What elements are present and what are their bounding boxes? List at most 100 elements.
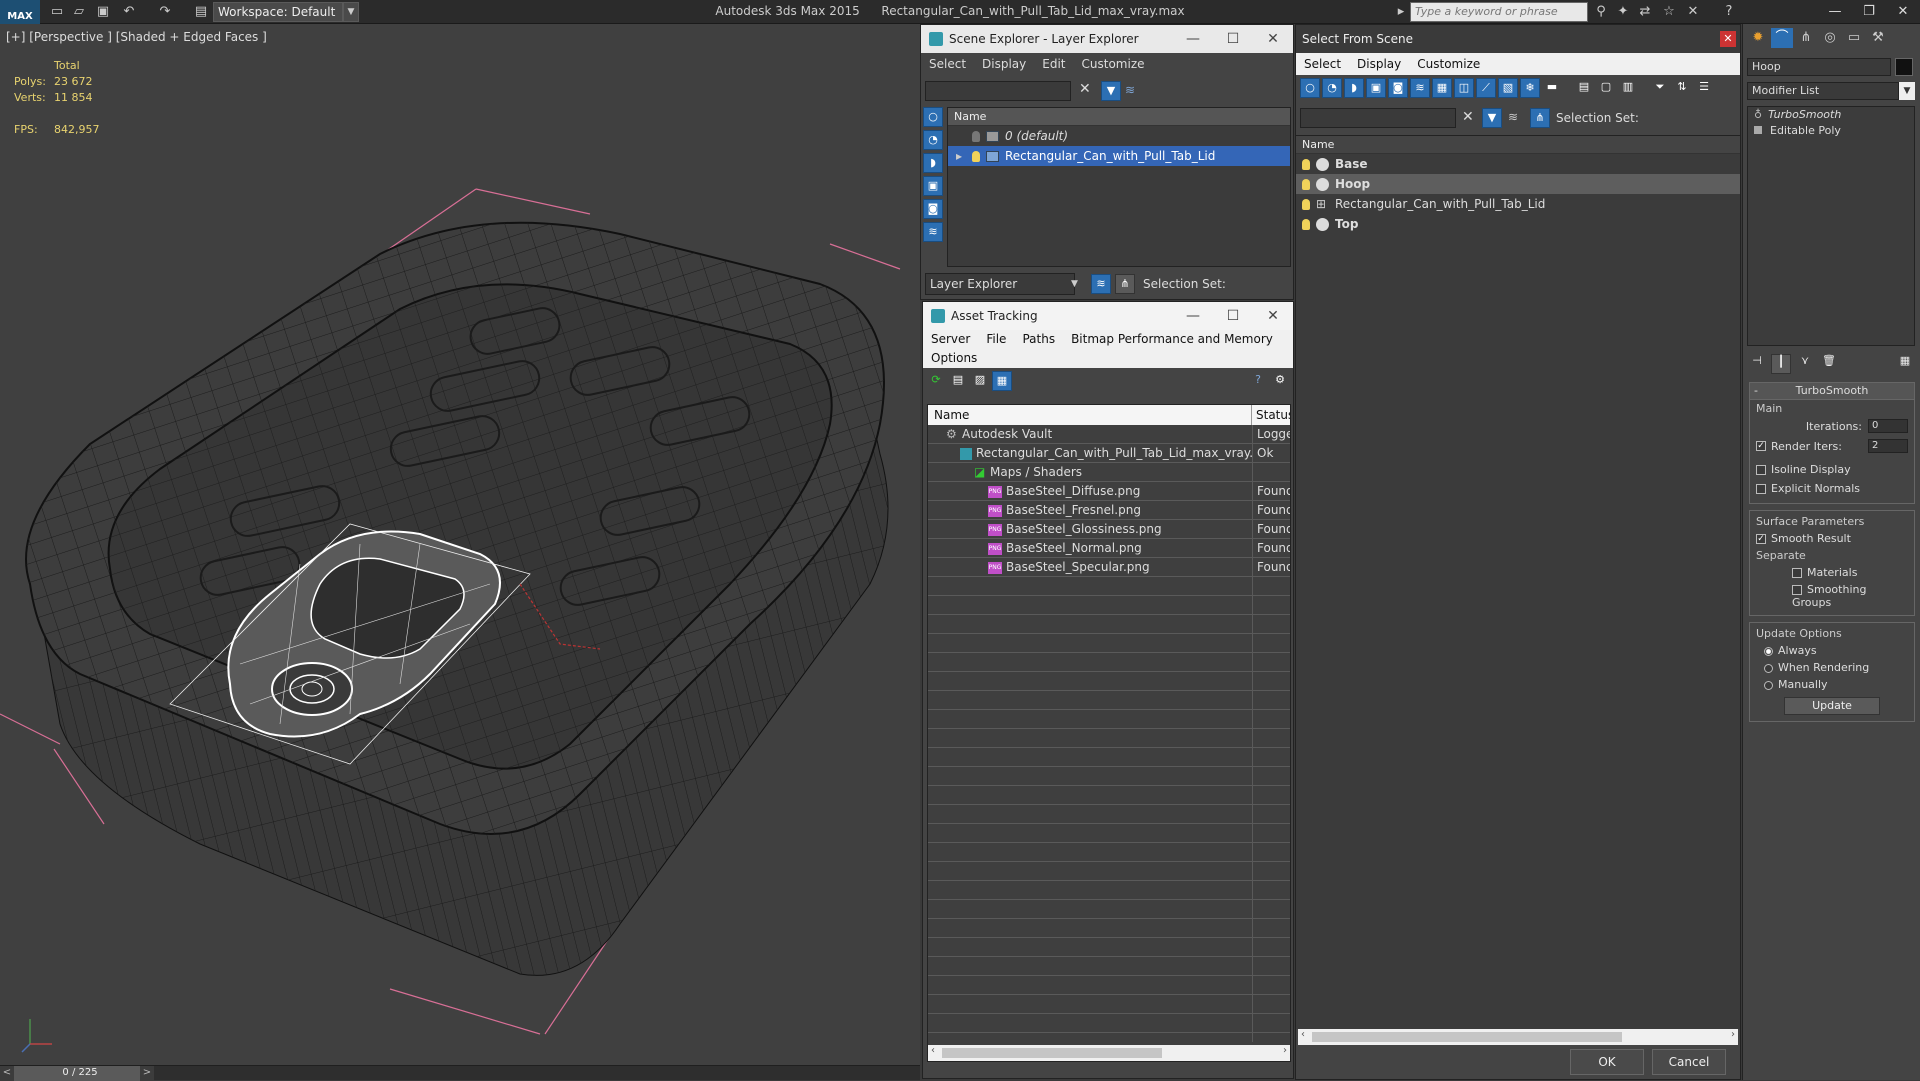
redo-icon[interactable]: ↷: [156, 3, 174, 21]
list-icon[interactable]: ▤: [948, 371, 968, 391]
table-row[interactable]: ◪ Maps / Shaders: [928, 463, 1290, 482]
light-bulb-icon[interactable]: [1302, 179, 1310, 190]
shapes-filter-icon[interactable]: ◔: [1322, 78, 1342, 98]
bulb-icon[interactable]: ♁: [1754, 108, 1762, 121]
menu-select[interactable]: Select: [921, 53, 974, 75]
filter-icon[interactable]: ▼: [1101, 81, 1121, 101]
layers-icon[interactable]: ≋: [1125, 83, 1135, 97]
groups-filter-icon[interactable]: ▦: [1432, 78, 1452, 98]
cancel-button[interactable]: Cancel: [1652, 1049, 1726, 1075]
app-logo[interactable]: MAX: [0, 0, 40, 24]
object-name-field[interactable]: Hoop: [1747, 58, 1891, 76]
tree-row[interactable]: ▸ Rectangular_Can_with_Pull_Tab_Lid: [948, 146, 1290, 166]
select-search-input[interactable]: [1300, 108, 1456, 128]
menu-customize[interactable]: Customize: [1074, 53, 1153, 75]
asset-hscrollbar[interactable]: ‹ ›: [928, 1045, 1290, 1061]
configure-sets-icon[interactable]: ▦: [1895, 354, 1915, 374]
scroll-right-icon[interactable]: ›: [1283, 1045, 1287, 1056]
thumbnail-icon[interactable]: ▨: [970, 371, 990, 391]
table-row[interactable]: PNG BaseSteel_Glossiness.png Found: [928, 520, 1290, 539]
utilities-tab-icon[interactable]: ⚒: [1867, 28, 1889, 48]
frozen-filter-icon[interactable]: ❄: [1520, 78, 1540, 98]
time-slider[interactable]: 0 / 225: [14, 1066, 146, 1081]
filter-icon[interactable]: ▼: [1482, 108, 1502, 128]
asset-tracking-titlebar[interactable]: Asset Tracking — ☐ ✕: [923, 302, 1293, 330]
light-bulb-icon[interactable]: [1302, 199, 1310, 210]
undo-icon[interactable]: ↶: [120, 3, 138, 21]
make-unique-icon[interactable]: ⋎: [1795, 354, 1815, 374]
table-row[interactable]: ⚙ Autodesk Vault Logged: [928, 425, 1290, 444]
xrefs-filter-icon[interactable]: ◫: [1454, 78, 1474, 98]
new-file-icon[interactable]: ▭: [48, 3, 66, 21]
rollout-header[interactable]: - TurboSmooth: [1749, 382, 1915, 400]
close-icon[interactable]: ✕: [1886, 0, 1920, 24]
display-cameras-icon[interactable]: ▣: [923, 176, 943, 196]
helpers-filter-icon[interactable]: ◙: [1388, 78, 1408, 98]
display-geometry-icon[interactable]: ○: [923, 107, 943, 127]
modifier-list-dropdown[interactable]: Modifier List: [1747, 82, 1899, 100]
menu-select[interactable]: Select: [1296, 53, 1349, 75]
col-name-header[interactable]: Name: [928, 405, 1252, 425]
table-row[interactable]: PNG BaseSteel_Fresnel.png Found: [928, 501, 1290, 520]
menu-options[interactable]: Options: [923, 349, 985, 368]
filter-funnel-icon[interactable]: ⏷: [1650, 78, 1670, 98]
maximize-icon[interactable]: ☐: [1213, 25, 1253, 53]
tree-row[interactable]: 0 (default): [948, 126, 1290, 146]
options-icon[interactable]: ☰: [1694, 78, 1714, 98]
binoculars-icon[interactable]: ⚲: [1592, 3, 1610, 21]
object-color-swatch[interactable]: [1895, 58, 1913, 76]
close-icon[interactable]: ✕: [1253, 25, 1293, 53]
table-row[interactable]: PNG BaseSteel_Diffuse.png Found: [928, 482, 1290, 501]
select-none-icon[interactable]: ▢: [1596, 78, 1616, 98]
object-list-hscrollbar[interactable]: ‹ ›: [1298, 1029, 1738, 1045]
save-icon[interactable]: ▣: [94, 3, 112, 21]
layer-explorer-dropdown[interactable]: Layer Explorer: [925, 273, 1075, 295]
menu-bitmap-performance[interactable]: Bitmap Performance and Memory: [1063, 330, 1281, 349]
object-column-name[interactable]: Name: [1296, 136, 1740, 154]
open-file-icon[interactable]: ▱: [70, 3, 88, 21]
close-icon[interactable]: ✕: [1253, 302, 1293, 330]
help-icon[interactable]: ?: [1248, 371, 1268, 391]
layer-column-name[interactable]: Name: [948, 108, 1290, 126]
table-row[interactable]: Rectangular_Can_with_Pull_Tab_Lid_max_vr…: [928, 444, 1290, 463]
next-frame-button[interactable]: >: [140, 1066, 154, 1081]
list-item[interactable]: ⊞ Rectangular_Can_with_Pull_Tab_Lid: [1296, 194, 1740, 214]
explicit-normals-checkbox[interactable]: [1756, 484, 1766, 494]
col-status-header[interactable]: Status: [1252, 405, 1290, 425]
search-arrow-icon[interactable]: ▸: [1392, 3, 1410, 21]
update-button[interactable]: Update: [1784, 697, 1880, 715]
select-invert-icon[interactable]: ▥: [1618, 78, 1638, 98]
smoothing-groups-checkbox[interactable]: [1792, 585, 1802, 595]
settings-icon[interactable]: ⚙: [1270, 371, 1290, 391]
display-all-icon[interactable]: ≋: [923, 222, 943, 242]
collapse-icon[interactable]: -: [1754, 383, 1758, 399]
modify-tab-icon[interactable]: ⌒: [1771, 28, 1793, 48]
star-icon[interactable]: ☆: [1660, 3, 1678, 21]
tools-icon[interactable]: ✦: [1614, 3, 1632, 21]
menu-server[interactable]: Server: [923, 330, 978, 349]
hierarchy-icon[interactable]: ⋔: [1530, 108, 1550, 128]
chevron-down-icon[interactable]: ▼: [1071, 273, 1085, 295]
table-view-icon[interactable]: ▦: [992, 371, 1012, 391]
layers-mode-icon[interactable]: ≋: [1091, 274, 1111, 294]
display-helpers-icon[interactable]: ◙: [923, 199, 943, 219]
select-all-icon[interactable]: ▤: [1574, 78, 1594, 98]
menu-paths[interactable]: Paths: [1014, 330, 1063, 349]
lights-filter-icon[interactable]: ◗: [1344, 78, 1364, 98]
select-from-scene-titlebar[interactable]: Select From Scene ✕: [1296, 25, 1740, 53]
project-folder-icon[interactable]: ▤: [192, 3, 210, 21]
scene-explorer-titlebar[interactable]: Scene Explorer - Layer Explorer — ☐ ✕: [921, 25, 1293, 53]
light-bulb-icon[interactable]: [1302, 159, 1310, 170]
restore-icon[interactable]: ❐: [1852, 0, 1886, 24]
chevron-down-icon[interactable]: ▼: [343, 2, 359, 22]
display-tab-icon[interactable]: ▭: [1843, 28, 1865, 48]
clear-icon[interactable]: ✕: [1462, 109, 1474, 125]
geometry-filter-icon[interactable]: ○: [1300, 78, 1320, 98]
timeline[interactable]: < 0 / 225 >: [0, 1065, 920, 1081]
layers-icon[interactable]: ≋: [1508, 110, 1518, 124]
render-iters-checkbox[interactable]: ✓: [1756, 441, 1766, 451]
maximize-icon[interactable]: ☐: [1213, 302, 1253, 330]
table-row[interactable]: PNG BaseSteel_Specular.png Found: [928, 558, 1290, 577]
bones-filter-icon[interactable]: ⟋: [1476, 78, 1496, 98]
always-radio[interactable]: [1764, 646, 1773, 656]
